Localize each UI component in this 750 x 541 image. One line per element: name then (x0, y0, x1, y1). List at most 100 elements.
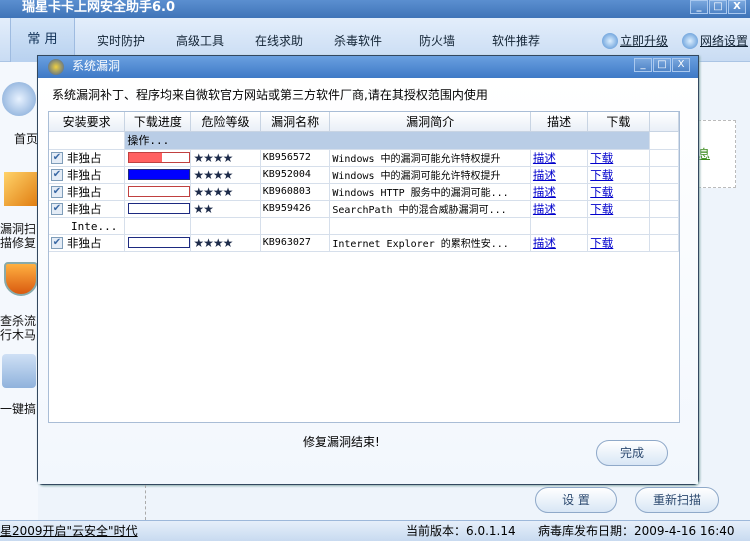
kb-id: KB963027 (260, 234, 331, 252)
kb-id: KB959426 (260, 200, 331, 218)
download-progress-bar (128, 203, 190, 214)
tab-advanced-tools[interactable]: 高级工具 (176, 32, 224, 49)
group-row[interactable]: Inte... (49, 217, 679, 235)
download-link[interactable]: 下载 (590, 151, 613, 165)
network-settings-label: 网络设置 (700, 34, 749, 48)
col-description[interactable]: 描述 (530, 112, 589, 132)
sidebar-item-home[interactable]: 首页 (0, 132, 38, 146)
row-checkbox[interactable]: ✔ (51, 203, 63, 215)
install-req: 非独占 (67, 235, 102, 250)
vuln-summary: Windows 中的漏洞可能允许特权提升 (329, 149, 531, 167)
info-box: 息 (698, 120, 736, 188)
col-risk-level[interactable]: 危险等级 (190, 112, 261, 132)
sidebar-item-trojan[interactable]: 查杀流行木马 (0, 314, 36, 342)
dialog-titlebar: 系统漏洞 _ □ X (38, 56, 698, 78)
vuln-summary: Windows HTTP 服务中的漏洞可能... (329, 183, 531, 201)
col-progress[interactable]: 下载进度 (124, 112, 192, 132)
description-link[interactable]: 描述 (533, 151, 556, 165)
download-progress-bar (128, 186, 190, 197)
dialog-title: 系统漏洞 (72, 59, 121, 73)
description-link[interactable]: 描述 (533, 236, 556, 250)
vuln-summary: Internet Explorer 的累积性安... (329, 234, 531, 252)
risk-stars: ★★★★ (193, 235, 233, 250)
group-label: Inte... (71, 219, 118, 233)
col-vuln-summary[interactable]: 漏洞简介 (329, 112, 531, 132)
tab-firewall[interactable]: 防火墙 (419, 32, 455, 49)
vulnerability-table: 安装要求 下载进度 危险等级 漏洞名称 漏洞简介 描述 下载 操作... ✔ 非独占… (48, 111, 680, 423)
download-link[interactable]: 下载 (590, 168, 613, 182)
maximize-button[interactable]: □ (709, 0, 727, 14)
install-req: 非独占 (67, 167, 102, 182)
right-panel: 息 (698, 62, 750, 520)
description-link[interactable]: 描述 (533, 202, 556, 216)
vuln-summary: SearchPath 中的混合威胁漏洞可... (329, 200, 531, 218)
trojan-shield-icon[interactable] (4, 262, 38, 296)
kb-id: KB960803 (260, 183, 331, 201)
upgrade-icon (602, 32, 618, 49)
upgrade-label: 立即升级 (620, 34, 669, 48)
download-progress-bar (128, 169, 190, 180)
app-title: 瑞星卡卡上网安全助手6.0 (22, 0, 176, 15)
table-row[interactable]: ✔ 非独占 ★★★★ KB960803 Windows HTTP 服务中的漏洞可能… (49, 183, 679, 201)
info-link[interactable]: 息 (698, 145, 710, 162)
window-controls: _ □ X (690, 0, 746, 14)
row-checkbox[interactable]: ✔ (51, 186, 63, 198)
dialog-window-controls: _ □ X (634, 58, 690, 72)
kb-id: KB956572 (260, 149, 331, 167)
tab-realtime-protection[interactable]: 实时防护 (97, 32, 145, 49)
install-req: 非独占 (67, 201, 102, 216)
vulnerability-cube-icon[interactable] (4, 172, 38, 206)
download-link[interactable]: 下载 (590, 202, 613, 216)
row-checkbox[interactable]: ✔ (51, 169, 63, 181)
dialog-maximize-button[interactable]: □ (653, 58, 671, 72)
description-link[interactable]: 描述 (533, 168, 556, 182)
table-row[interactable]: ✔ 非独占 ★★★★ KB952004 Windows 中的漏洞可能允许特权提升 … (49, 166, 679, 184)
download-progress-bar (128, 237, 190, 248)
one-click-icon[interactable] (2, 354, 36, 388)
rescan-button[interactable]: 重新扫描 (635, 487, 719, 513)
risk-stars: ★★★★ (193, 167, 233, 182)
tab-online-help[interactable]: 在线求助 (255, 32, 303, 49)
network-settings-link[interactable]: 网络设置 (682, 32, 748, 49)
minimize-button[interactable]: _ (690, 0, 708, 14)
tab-antivirus[interactable]: 杀毒软件 (334, 32, 382, 49)
finish-button[interactable]: 完成 (596, 440, 668, 466)
col-download[interactable]: 下载 (587, 112, 650, 132)
risk-stars: ★★ (193, 201, 213, 216)
description-link[interactable]: 描述 (533, 185, 556, 199)
table-row[interactable]: ✔ 非独占 ★★ KB959426 SearchPath 中的混合威胁漏洞可...… (49, 200, 679, 218)
col-install-req[interactable]: 安装要求 (49, 112, 126, 132)
col-vuln-name[interactable]: 漏洞名称 (260, 112, 331, 132)
license-notice: 系统漏洞补丁、程序均来自微软官方网站或第三方软件厂商,请在其授权范围内使用 (52, 88, 488, 102)
dialog-minimize-button[interactable]: _ (634, 58, 652, 72)
row-checkbox[interactable]: ✔ (51, 152, 63, 164)
download-link[interactable]: 下载 (590, 236, 613, 250)
row-checkbox[interactable]: ✔ (51, 237, 63, 249)
divider (145, 485, 146, 520)
vuln-summary: Windows 中的漏洞可能允许特权提升 (329, 166, 531, 184)
group-label: 操作... (127, 134, 170, 147)
tab-software-recommend[interactable]: 软件推荐 (492, 32, 540, 49)
table-row[interactable]: ✔ 非独占 ★★★★ KB963027 Internet Explorer 的累积… (49, 234, 679, 252)
download-link[interactable]: 下载 (590, 185, 613, 199)
home-icon[interactable] (2, 82, 36, 116)
kb-id: KB952004 (260, 166, 331, 184)
sidebar-item-vuln-scan[interactable]: 漏洞扫描修复 (0, 222, 36, 250)
repair-status: 修复漏洞结束! (303, 435, 380, 449)
key-icon (682, 32, 698, 49)
settings-button[interactable]: 设 置 (535, 487, 617, 513)
version-info: 当前版本：6.0.1.14 (406, 524, 516, 538)
dialog-close-button[interactable]: X (672, 58, 690, 72)
risk-stars: ★★★★ (193, 184, 233, 199)
group-row[interactable]: 操作... (49, 131, 679, 150)
virus-db-date: 病毒库发布日期：2009-4-16 16:40 (538, 524, 735, 538)
close-button[interactable]: X (728, 0, 746, 14)
download-progress-bar (128, 152, 190, 163)
install-req: 非独占 (67, 150, 102, 165)
table-row[interactable]: ✔ 非独占 ★★★★ KB956572 Windows 中的漏洞可能允许特权提升 … (49, 149, 679, 167)
vulnerability-dialog: 系统漏洞 _ □ X 系统漏洞补丁、程序均来自微软官方网站或第三方软件厂商,请在… (37, 55, 699, 485)
app-titlebar: 瑞星卡卡上网安全助手6.0 _ □ X (0, 0, 750, 18)
cloud-security-link[interactable]: 星2009开启"云安全"时代 (0, 521, 138, 541)
sidebar-item-one-click[interactable]: 一键搞 (0, 402, 36, 416)
upgrade-link[interactable]: 立即升级 (602, 32, 668, 49)
